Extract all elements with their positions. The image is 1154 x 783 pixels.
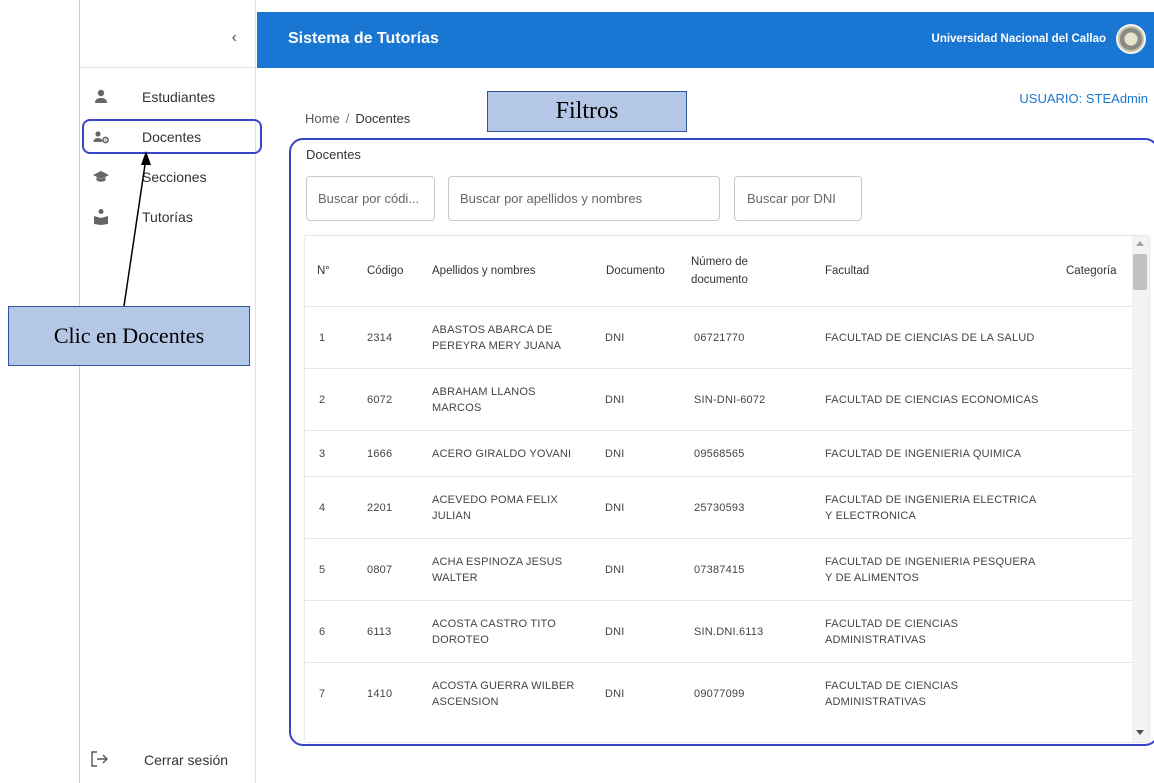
person-icon xyxy=(92,88,110,106)
university-name: Universidad Nacional del Callao xyxy=(931,33,1106,45)
breadcrumb-separator: / xyxy=(345,111,350,126)
sidebar-item-estudiantes[interactable]: Estudiantes xyxy=(80,82,256,112)
annotation-filtros: Filtros xyxy=(487,91,687,132)
sidebar-item-label: Tutorías xyxy=(142,209,193,225)
logout-button[interactable]: Cerrar sesión xyxy=(80,744,256,774)
annotation-outline-card xyxy=(289,138,1154,746)
reading-person-icon xyxy=(92,208,110,226)
university-seal-icon xyxy=(1116,24,1146,54)
logout-icon xyxy=(90,750,110,773)
chevron-left-icon[interactable]: ‹ xyxy=(232,29,237,47)
sidebar-item-tutorias[interactable]: Tutorías xyxy=(80,202,256,232)
sidebar-item-label: Secciones xyxy=(142,169,207,185)
annotation-outline-docentes xyxy=(82,119,262,154)
sidebar-top: ‹ xyxy=(80,0,255,68)
app-header: Sistema de Tutorías Universidad Nacional… xyxy=(257,12,1154,68)
app-title: Sistema de Tutorías xyxy=(288,30,439,47)
sidebar-item-secciones[interactable]: Secciones xyxy=(80,162,256,192)
breadcrumb-current: Docentes xyxy=(355,111,411,126)
breadcrumb-home[interactable]: Home xyxy=(305,111,340,126)
annotation-clic-docentes: Clic en Docentes xyxy=(8,306,250,366)
sidebar-item-label: Estudiantes xyxy=(142,89,216,105)
breadcrumb: Home / Docentes xyxy=(305,111,410,126)
sidebar: ‹ Estudiantes Docentes Secciones Tutoría… xyxy=(80,0,256,783)
graduation-cap-icon xyxy=(92,168,110,186)
user-label: USUARIO: STEAdmin xyxy=(1019,91,1148,106)
logout-label: Cerrar sesión xyxy=(144,752,229,768)
